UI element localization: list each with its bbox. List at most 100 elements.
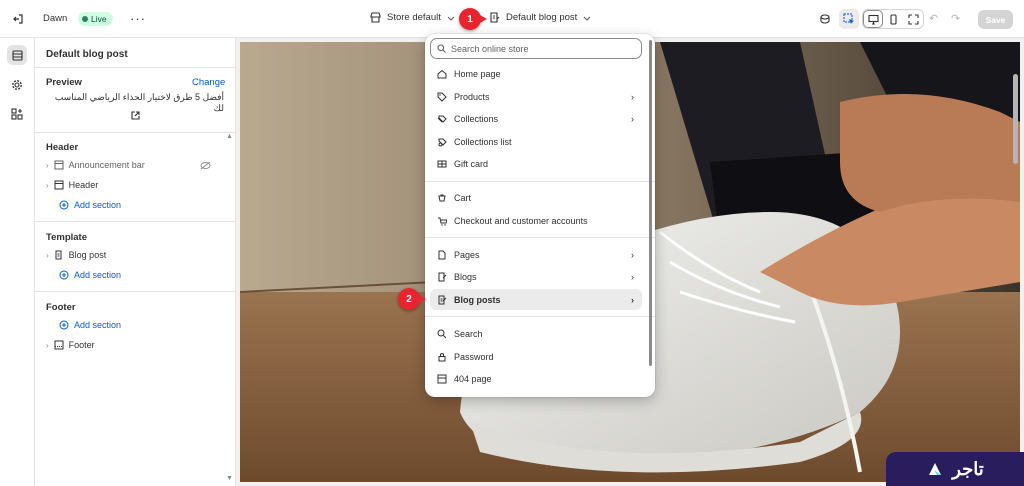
add-section-label: Add section [74,270,122,280]
external-link-icon[interactable] [131,111,140,123]
plus-circle-icon [59,320,69,330]
dropdown-item-label: Blog posts [454,294,501,305]
add-section-footer-button[interactable]: Add section [59,320,121,330]
dropdown-item-products[interactable]: Products › [430,86,642,107]
add-section-label: Add section [74,320,122,330]
apps-icon[interactable] [8,105,26,123]
chevron-down-icon [583,16,591,21]
section-item-announcement-bar[interactable]: › Announcement bar [46,160,145,170]
desktop-view-icon[interactable] [863,10,883,28]
brand-logo-icon [929,463,942,475]
mobile-view-icon[interactable] [883,10,903,28]
dropdown-item-collections[interactable]: Collections › [430,108,642,129]
more-actions-icon[interactable]: ··· [130,11,146,26]
chevron-right-icon: › [631,294,634,305]
preview-scrollbar[interactable] [1013,44,1018,482]
live-badge: Live [78,12,113,26]
blog-icon [438,272,447,281]
store-selector[interactable]: Store default [370,12,455,23]
footer-icon [54,340,64,350]
store-icon [370,12,381,23]
page-icon [438,250,446,259]
scroll-up-icon[interactable]: ▲ [226,133,233,140]
dropdown-item-blogs[interactable]: Blogs › [430,266,642,287]
settings-gear-icon[interactable] [8,76,26,94]
section-item-blog-post[interactable]: › Blog post [46,250,106,260]
dropdown-item-label: Cart [454,192,472,203]
preview-heading: Preview [46,77,82,88]
dropdown-item-label: Collections [454,113,499,124]
dropdown-item-pages[interactable]: Pages › [430,244,642,265]
page-selector-dropdown: Search online store Home page Products ›… [425,34,655,397]
dropdown-item-gift-card[interactable]: Gift card [430,153,642,174]
collection-icon [437,115,447,123]
search-icon [437,329,447,338]
theme-settings-icon[interactable] [816,10,834,28]
viewport-toggle [862,9,924,29]
dropdown-item-search[interactable]: Search [430,323,642,344]
chevron-right-icon: › [46,160,49,170]
divider [425,181,655,182]
404-icon [437,374,447,383]
announcement-bar-icon [54,160,64,170]
store-selector-label: Store default [387,12,441,23]
tag-icon [437,92,447,102]
home-icon [437,69,447,78]
header-icon [54,180,64,190]
search-icon [437,44,446,53]
dropdown-item-cart[interactable]: Cart [430,187,642,208]
brand-name: تاجر [952,458,984,479]
search-placeholder: Search online store [451,43,529,54]
chevron-right-icon: › [631,271,634,282]
blog-post-icon [438,295,447,304]
scroll-down-icon[interactable]: ▼ [226,475,233,482]
cart-icon [438,194,446,201]
blog-post-icon [490,12,500,23]
dropdown-item-404-page[interactable]: 404 page [430,368,642,389]
dropdown-item-checkout[interactable]: Checkout and customer accounts [430,210,642,231]
page-selector[interactable]: Default blog post [489,12,591,23]
live-dot-icon [82,16,88,22]
inspector-icon[interactable] [839,9,859,29]
section-item-label: Footer [68,340,95,350]
editor-topbar: Dawn Live ··· Store default 1 Default bl… [0,0,1024,38]
dropdown-scrollbar[interactable] [649,40,652,366]
chevron-right-icon: › [631,91,634,102]
sidebar-title: Default blog post [46,49,128,60]
divider [35,221,236,222]
dropdown-item-label: Gift card [454,158,489,169]
change-preview-link[interactable]: Change [192,77,225,88]
dropdown-item-label: Collections list [454,136,512,147]
blog-post-icon [55,250,62,260]
search-online-store-input[interactable]: Search online store [430,38,642,59]
collections-list-icon [438,138,447,146]
add-section-label: Add section [74,200,122,210]
eye-hidden-icon[interactable] [200,161,211,173]
dropdown-item-label: Products [454,91,490,102]
dropdown-item-label: Pages [454,249,480,260]
gift-card-icon [437,160,447,167]
fullscreen-icon[interactable] [903,10,923,28]
dropdown-item-home-page[interactable]: Home page [430,63,642,84]
dropdown-item-label: Home page [454,68,501,79]
chevron-right-icon: › [46,340,49,350]
callout-1: 1 [459,8,487,30]
save-button[interactable]: Save [978,10,1013,29]
dropdown-item-label: Password [454,351,494,362]
page-selector-label: Default blog post [506,12,578,23]
divider [425,237,655,238]
add-section-header-button[interactable]: Add section [59,200,121,210]
dropdown-item-blog-posts[interactable]: Blog posts › [430,289,642,310]
undo-icon[interactable]: ↶ [929,12,938,25]
redo-icon[interactable]: ↷ [951,12,960,25]
add-section-template-button[interactable]: Add section [59,270,121,280]
brand-watermark: تاجر [886,452,1024,486]
dropdown-item-collections-list[interactable]: Collections list [430,131,642,152]
section-item-label: Header [68,180,99,190]
sections-icon[interactable] [7,45,27,65]
section-item-footer[interactable]: › Footer [46,340,95,350]
section-item-header[interactable]: › Header [46,180,98,190]
exit-icon[interactable] [9,10,27,28]
scrollbar-thumb[interactable] [1013,74,1018,164]
dropdown-item-password[interactable]: Password [430,346,642,367]
